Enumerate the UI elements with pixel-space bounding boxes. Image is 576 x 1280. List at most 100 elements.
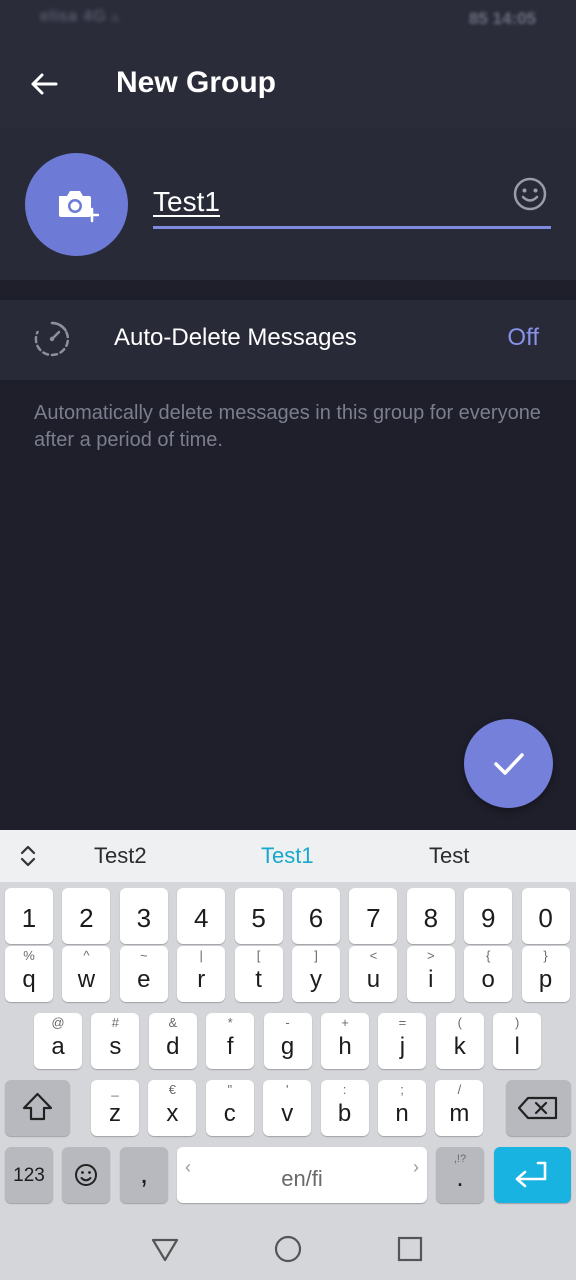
enter-key[interactable] — [494, 1147, 571, 1203]
backspace-icon — [517, 1096, 558, 1120]
key-main-label: r — [197, 966, 206, 993]
back-button[interactable] — [22, 62, 66, 106]
key-alt-label: @ — [51, 1015, 65, 1030]
key-main-label: i — [428, 966, 434, 993]
camera-add-icon — [58, 190, 99, 222]
key-e[interactable]: ~ e — [119, 946, 168, 1002]
battery-time-text: 85 14:05 — [468, 9, 536, 28]
key-main-label: a — [51, 1033, 65, 1060]
key-2[interactable]: 2 — [62, 888, 111, 944]
key-main-label: w — [77, 966, 96, 993]
key-n[interactable]: ; n — [378, 1080, 426, 1136]
key-w[interactable]: ^ w — [62, 946, 111, 1002]
key-5[interactable]: 5 — [234, 888, 283, 944]
key-main-label: s — [109, 1033, 122, 1060]
key-main-label: 9 — [480, 903, 496, 933]
key-main-label: 0 — [538, 903, 553, 933]
key-main-label: 3 — [136, 903, 152, 933]
expand-collapse-icon[interactable] — [14, 842, 42, 870]
key-a[interactable]: @ a — [34, 1013, 82, 1069]
key-c[interactable]: " c — [205, 1080, 254, 1136]
key-1[interactable]: 1 — [5, 888, 53, 944]
group-name-section — [0, 128, 576, 280]
auto-delete-label: Auto-Delete Messages — [114, 324, 357, 351]
key-q[interactable]: % q — [5, 946, 53, 1002]
smiley-icon[interactable] — [512, 176, 548, 212]
key-main-label: g — [280, 1033, 295, 1060]
key-g[interactable]: -g — [263, 1013, 312, 1069]
numbers-key[interactable]: 123 — [5, 1147, 53, 1203]
key-4[interactable]: 4 — [177, 888, 226, 944]
key-r[interactable]: | r — [177, 946, 226, 1002]
key-s[interactable]: # s — [91, 1013, 140, 1069]
key-y[interactable]: ] y — [292, 946, 340, 1002]
auto-delete-info-text: Automatically delete messages in this gr… — [34, 402, 541, 451]
key-7[interactable]: 7 — [349, 888, 398, 944]
shift-key[interactable] — [5, 1080, 70, 1136]
suggestion-item[interactable]: Test — [429, 843, 469, 869]
key-main-label: n — [395, 1100, 409, 1127]
key-alt-label: [ — [256, 948, 261, 963]
key-3[interactable]: 3 — [119, 888, 168, 944]
key-j[interactable]: = j — [378, 1013, 427, 1069]
key-z[interactable]: _ z — [91, 1080, 139, 1136]
space-language-label: en/fi — [281, 1166, 323, 1191]
key-alt-label: ' — [285, 1082, 289, 1097]
key-m[interactable]: / m — [435, 1080, 484, 1136]
key-alt-label: = — [398, 1015, 407, 1030]
key-u[interactable]: < u — [349, 946, 398, 1002]
suggestion-item[interactable]: Test2 — [94, 843, 147, 869]
period-key[interactable]: ,!? . — [436, 1147, 484, 1203]
key-alt-label: & — [168, 1015, 178, 1030]
key-i[interactable]: > i — [406, 946, 455, 1002]
key-k[interactable]: (k — [435, 1013, 484, 1069]
triangle-back-icon[interactable] — [150, 1234, 180, 1264]
key-alt-label: > — [427, 948, 435, 963]
key-0[interactable]: 0 — [521, 888, 570, 944]
key-alt-label: # — [111, 1015, 119, 1030]
comma-key[interactable]: , — [120, 1147, 168, 1203]
key-alt-label: : — [342, 1082, 347, 1097]
circle-home-icon[interactable] — [273, 1234, 303, 1264]
key-main-label: k — [453, 1033, 466, 1060]
key-l[interactable]: ) l — [493, 1013, 542, 1069]
key-alt-label: ) — [515, 1015, 520, 1030]
suggestion-item-selected[interactable]: Test1 — [261, 843, 314, 869]
square-recents-icon[interactable] — [395, 1234, 425, 1264]
key-main-label: q — [22, 966, 36, 993]
enter-return-icon — [515, 1161, 547, 1188]
key-alt-label: ^ — [83, 948, 90, 963]
key-v[interactable]: ' v — [263, 1080, 312, 1136]
key-alt-label: - — [285, 1015, 290, 1030]
key-b[interactable]: :b — [320, 1080, 369, 1136]
page-title: New Group — [116, 66, 277, 99]
key-p[interactable]: } p — [521, 946, 570, 1002]
key-main-label: x — [166, 1100, 179, 1127]
backspace-key[interactable] — [506, 1080, 571, 1136]
key-alt-label: ; — [400, 1082, 404, 1097]
confirm-create-button[interactable] — [464, 719, 553, 808]
key-main-label: l — [514, 1033, 520, 1060]
group-name-input[interactable] — [153, 180, 498, 224]
key-main-label: 1 — [21, 903, 37, 933]
key-d[interactable]: & d — [148, 1013, 197, 1069]
key-9[interactable]: 9 — [464, 888, 513, 944]
timer-icon — [34, 321, 70, 357]
key-t[interactable]: [t — [234, 946, 283, 1002]
key-main-label: h — [338, 1033, 352, 1060]
app-header: New Group — [0, 40, 576, 128]
key-x[interactable]: € x — [148, 1080, 197, 1136]
key-6[interactable]: 6 — [292, 888, 340, 944]
key-main-label: j — [399, 1033, 406, 1060]
key-alt-label: € — [168, 1082, 176, 1097]
set-group-photo-button[interactable] — [25, 153, 128, 256]
emoji-key[interactable] — [62, 1147, 110, 1203]
key-alt-label: / — [457, 1082, 462, 1097]
space-key[interactable]: ‹ en/fi › — [177, 1147, 427, 1203]
key-f[interactable]: * f — [206, 1013, 255, 1069]
auto-delete-messages-row[interactable]: Auto-Delete Messages Off — [0, 300, 576, 380]
key-o[interactable]: {o — [464, 946, 513, 1002]
key-8[interactable]: 8 — [406, 888, 455, 944]
key-h[interactable]: + h — [321, 1013, 369, 1069]
key-main-label: m — [449, 1100, 470, 1127]
